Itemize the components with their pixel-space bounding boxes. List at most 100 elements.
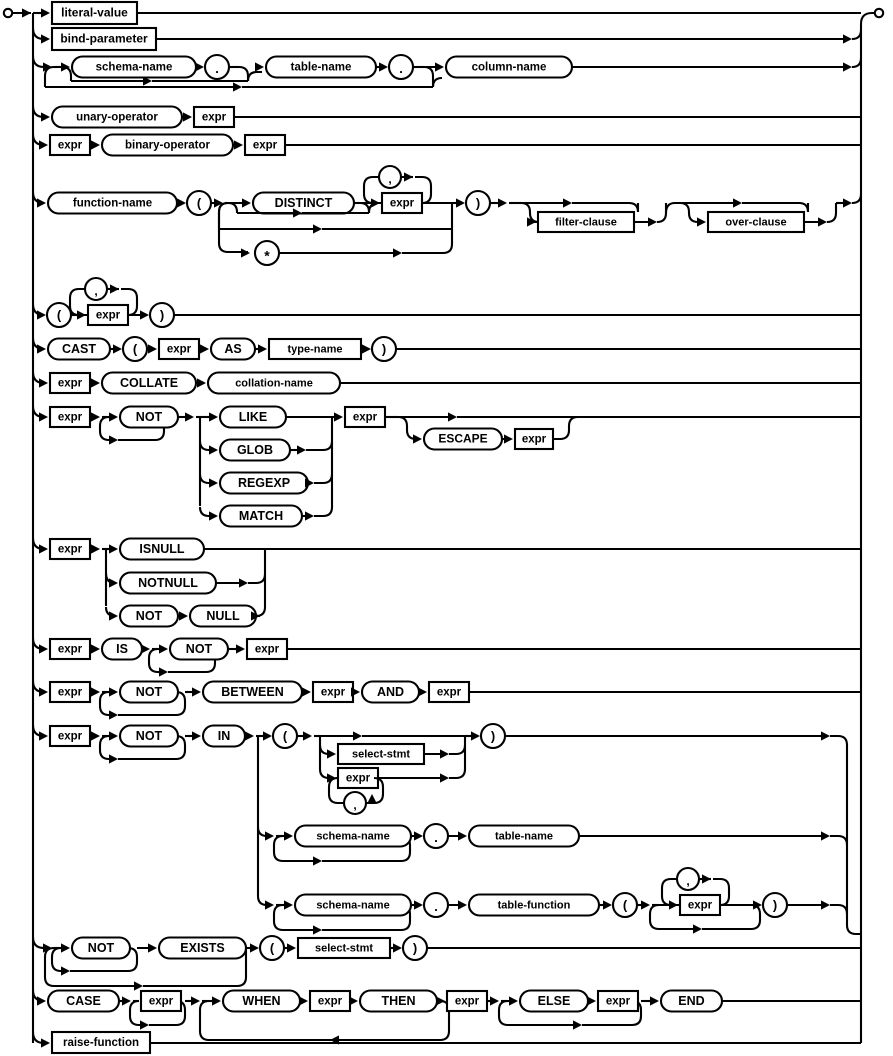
label-select-stmt-in: select-stmt <box>352 748 410 760</box>
label-cast: CAST <box>62 342 96 356</box>
label-lparen-in: ( <box>283 728 288 743</box>
label-expr-binary-left: expr <box>58 140 83 152</box>
branch-paren-expr-list: ( expr , ) <box>31 276 861 329</box>
branch-bind-parameter: bind-parameter <box>31 26 863 52</box>
label-when: WHEN <box>242 994 280 1008</box>
label-between: BETWEEN <box>221 685 284 699</box>
label-expr-isnull: expr <box>58 544 83 556</box>
label-filter-clause: filter-clause <box>555 216 617 228</box>
label-rparen-tablefn: ) <box>773 897 777 912</box>
label-dot-2: . <box>399 61 403 76</box>
label-is: IS <box>116 642 128 656</box>
label-expr-between-low: expr <box>321 687 346 699</box>
branch-is: expr IS NOT expr <box>31 637 861 677</box>
label-expr-when: expr <box>318 996 343 1008</box>
label-expr-case-base: expr <box>149 996 174 1008</box>
label-in: IN <box>218 729 231 743</box>
label-comma-func: , <box>388 172 391 186</box>
label-lparen-tablefn: ( <box>623 897 628 912</box>
label-expr-func-arg: expr <box>390 198 415 210</box>
branch-collate: expr COLLATE collation-name <box>31 371 861 395</box>
label-binary-operator: binary-operator <box>125 140 211 152</box>
label-expr-tablefn-arg: expr <box>688 900 713 912</box>
label-schema-name-in: schema-name <box>316 830 389 842</box>
label-rparen-cast: ) <box>382 341 386 356</box>
label-expr-like-left: expr <box>58 412 83 424</box>
label-comma-list: , <box>94 284 97 298</box>
label-comma-in: , <box>353 798 356 812</box>
branch-column-reference: schema-name . table-name . column-name <box>31 53 863 92</box>
label-null: NULL <box>206 609 240 623</box>
label-escape: ESCAPE <box>438 432 487 446</box>
label-not-like: NOT <box>136 410 163 424</box>
label-expr-is-right: expr <box>255 644 280 656</box>
label-collate: COLLATE <box>120 376 178 390</box>
label-expr-else: expr <box>606 996 631 1008</box>
label-lparen-cast: ( <box>133 341 138 356</box>
label-expr-collate: expr <box>58 378 83 390</box>
label-expr-in-list: expr <box>346 773 371 785</box>
label-dot-1: . <box>215 61 219 76</box>
label-notnull: NOTNULL <box>138 576 198 590</box>
branch-like: expr NOT LIKE GLOB REGEXP MATCH expr ESC… <box>31 405 861 528</box>
label-expr-between-left: expr <box>58 687 83 699</box>
branch-case: CASE expr WHEN expr THEN expr ELSE expr … <box>31 989 861 1045</box>
label-literal-value: literal-value <box>61 6 128 20</box>
end-terminal <box>873 7 885 19</box>
label-table-name-in: table-name <box>495 830 553 842</box>
label-not-in: NOT <box>136 729 163 743</box>
label-expr-cast: expr <box>167 344 192 356</box>
label-glob: GLOB <box>237 443 273 457</box>
label-select-stmt-exists: select-stmt <box>315 942 373 954</box>
railroad-diagram-expr: literal-value bind-parameter schema-name… <box>0 0 893 1056</box>
label-not-between: NOT <box>136 685 163 699</box>
label-match: MATCH <box>239 509 283 523</box>
label-expr-is-left: expr <box>58 644 83 656</box>
branch-isnull: expr ISNULL NOTNULL NOT NULL <box>31 537 861 628</box>
label-expr-escape: expr <box>522 434 547 446</box>
label-not-null: NOT <box>136 609 163 623</box>
branch-literal-value: literal-value <box>33 0 861 26</box>
label-table-function: table-function <box>498 899 571 911</box>
label-expr-binary-right: expr <box>253 140 278 152</box>
label-lparen-func: ( <box>197 195 202 210</box>
label-like: LIKE <box>239 410 267 424</box>
branch-exists: NOT EXISTS ( select-stmt ) <box>31 934 861 991</box>
label-rparen-func: ) <box>476 195 480 210</box>
label-unary-operator: unary-operator <box>76 112 158 124</box>
label-then: THEN <box>381 994 415 1008</box>
start-terminal <box>2 7 14 19</box>
branch-unary-operator: unary-operator expr <box>31 105 861 129</box>
expr-syntax-diagram-svg: literal-value bind-parameter schema-name… <box>2 0 885 1055</box>
label-expr-like-pattern: expr <box>353 412 378 424</box>
label-star-func: * <box>264 248 270 264</box>
branch-in: expr NOT IN ( select-stmt expr ,) schem… <box>31 722 861 936</box>
label-isnull: ISNULL <box>139 542 185 556</box>
label-collation-name: collation-name <box>235 377 313 389</box>
label-column-name: column-name <box>472 62 547 74</box>
label-function-name: function-name <box>73 198 152 210</box>
label-not-exists: NOT <box>88 941 115 955</box>
label-lparen-list: ( <box>57 307 62 322</box>
label-not-is: NOT <box>186 642 213 656</box>
label-rparen-exists: ) <box>413 940 417 955</box>
label-raise-function: raise-function <box>63 1037 139 1049</box>
label-case: CASE <box>66 994 101 1008</box>
label-dot-in-2: . <box>434 899 438 914</box>
label-table-name-1: table-name <box>291 62 352 74</box>
label-regexp: REGEXP <box>238 476 290 490</box>
label-exists: EXISTS <box>180 941 224 955</box>
branch-raise-function: raise-function <box>31 1030 861 1055</box>
label-type-name: type-name <box>287 343 342 355</box>
label-and: AND <box>377 685 404 699</box>
label-else: ELSE <box>538 994 571 1008</box>
label-schema-name-1: schema-name <box>96 62 173 74</box>
branch-between: expr NOT BETWEEN expr AND expr <box>31 680 861 720</box>
branch-binary-operator: expr binary-operator expr <box>31 133 861 157</box>
label-end: END <box>678 994 704 1008</box>
label-rparen-list: ) <box>160 307 164 322</box>
label-expr-list-item: expr <box>96 310 121 322</box>
label-over-clause: over-clause <box>725 216 786 228</box>
branch-function-call: function-name ( DISTINCT expr , *) filt… <box>31 164 863 267</box>
label-expr-between-high: expr <box>437 687 462 699</box>
